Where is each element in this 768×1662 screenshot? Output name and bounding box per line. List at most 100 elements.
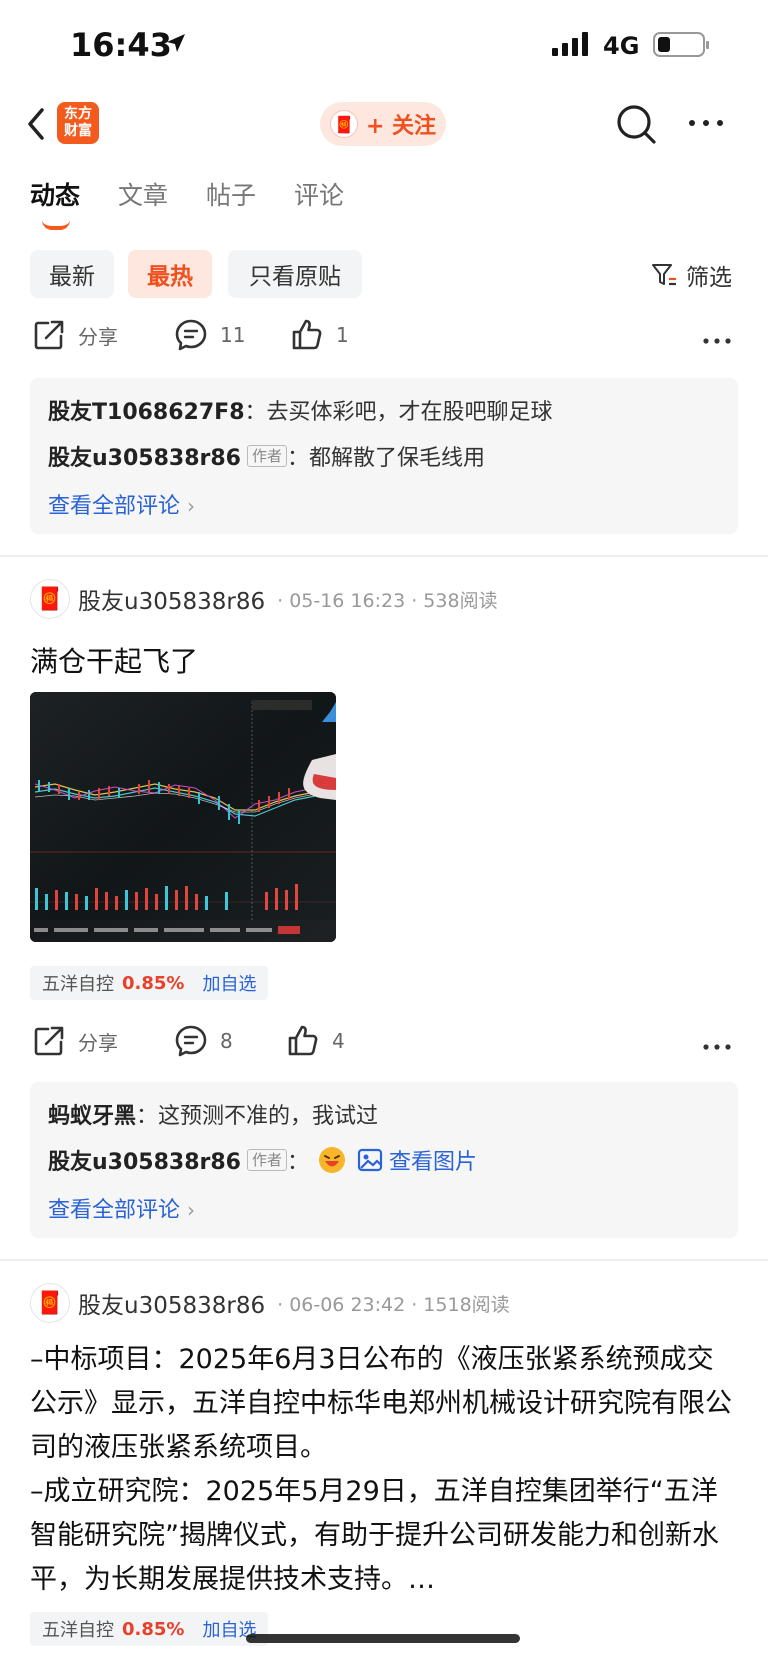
post-header: 🧧 股友u305838r86 · 05-16 16:23 · 538阅读 (30, 578, 750, 620)
comment-button[interactable]: 8 (174, 1024, 233, 1058)
post-header: 🧧 股友u305838r86 · 06-06 23:42 · 1518阅读 (30, 1282, 750, 1324)
filter-button[interactable]: 筛选 (650, 258, 732, 292)
logo-line2: 财富 (64, 123, 92, 139)
like-count: 4 (332, 1029, 345, 1053)
more-options-icon[interactable] (702, 1042, 732, 1052)
comment-user[interactable]: 股友T1068627F8 (48, 394, 245, 426)
like-button[interactable]: 1 (290, 318, 349, 352)
view-all-label: 查看全部评论 (48, 494, 181, 519)
view-all-label: 查看全部评论 (48, 1198, 181, 1223)
laughing-emoji-icon (319, 1147, 346, 1173)
filter-icon (652, 264, 676, 286)
comment-sep: ： (287, 1150, 310, 1175)
view-image-link[interactable]: 查看图片 (357, 1144, 477, 1176)
comment-item[interactable]: 股友u305838r86 作者 ： 都解散了保毛线用 (48, 440, 485, 472)
comment-text: 都解散了保毛线用 (309, 446, 486, 471)
thumbs-up-icon (292, 319, 322, 350)
more-options-icon[interactable] (702, 336, 732, 346)
home-indicator[interactable] (246, 1634, 520, 1643)
post-author[interactable]: 股友u305838r86 (78, 1286, 265, 1320)
like-count: 1 (336, 323, 349, 347)
share-label: 分享 (78, 1030, 118, 1055)
post-author[interactable]: 股友u305838r86 (78, 582, 265, 616)
filter-label: 筛选 (686, 265, 732, 291)
fortune-avatar-icon: 🧧 (329, 110, 358, 138)
author-badge: 作者 (246, 445, 287, 467)
stock-change: 0.85% (122, 1618, 185, 1640)
add-watchlist-button[interactable]: 加自选 (202, 970, 256, 996)
share-button[interactable]: 分享 (32, 1024, 118, 1058)
share-label: 分享 (78, 324, 118, 349)
comment-sep: ： (287, 446, 310, 471)
search-icon[interactable] (614, 102, 658, 146)
follow-button[interactable]: 🧧 + 关注 (320, 102, 446, 146)
comment-count: 11 (220, 323, 246, 347)
stock-name: 五洋自控 (42, 1620, 114, 1641)
comment-icon (175, 1025, 207, 1057)
tab-posts[interactable]: 帖子 (206, 176, 256, 236)
comment-item[interactable]: 股友T1068627F8 ： 去买体彩吧，才在股吧聊足球 (48, 394, 553, 426)
nav-bar: 东方 财富 🧧 + 关注 (0, 90, 768, 160)
comment-box: 蚂蚁牙黑 ： 这预测不准的，我试过 股友u305838r86 作者 ： 查看图片… (30, 1082, 738, 1238)
stock-tag[interactable]: 五洋自控 0.85% 加自选 (30, 966, 269, 1000)
view-image-label: 查看图片 (389, 1150, 478, 1175)
comment-user[interactable]: 蚂蚁牙黑 (48, 1098, 136, 1130)
comment-item[interactable]: 股友u305838r86 作者 ： 查看图片 (48, 1144, 477, 1176)
filter-hottest[interactable]: 最热 (128, 250, 212, 298)
comment-item[interactable]: 蚂蚁牙黑 ： 这预测不准的，我试过 (48, 1098, 378, 1130)
post-title[interactable]: 满仓干起飞了 (30, 640, 198, 680)
status-time: 16:43 (70, 26, 172, 64)
tab-bar: 动态 文章 帖子 评论 (30, 176, 382, 236)
tab-comments[interactable]: 评论 (294, 176, 344, 236)
filter-row: 最新 最热 只看原贴 筛选 (30, 250, 740, 300)
tab-articles[interactable]: 文章 (118, 176, 168, 236)
comment-box: 股友T1068627F8 ： 去买体彩吧，才在股吧聊足球 股友u305838r8… (30, 378, 738, 534)
post-meta: · 05-16 16:23 · 538阅读 (277, 589, 498, 612)
like-button[interactable]: 4 (286, 1024, 345, 1058)
logo-line1: 东方 (64, 106, 92, 122)
comment-icon (175, 319, 207, 351)
thumbs-up-icon (288, 1025, 318, 1056)
image-icon (357, 1148, 383, 1172)
status-bar: 16:43 4G (0, 0, 768, 90)
app-logo: 东方 财富 (57, 102, 99, 144)
comment-text: 这预测不准的，我试过 (158, 1104, 379, 1129)
filter-newest[interactable]: 最新 (30, 250, 114, 298)
stock-name: 五洋自控 (42, 974, 114, 995)
view-all-comments-link[interactable]: 查看全部评论 › (48, 1192, 195, 1224)
post-image[interactable] (30, 692, 336, 942)
view-all-comments-link[interactable]: 查看全部评论 › (48, 488, 195, 520)
post-actions: 分享 11 1 (0, 318, 768, 368)
tab-dynamic[interactable]: 动态 (30, 176, 80, 236)
share-icon (34, 320, 64, 350)
comment-user[interactable]: 股友u305838r86 (48, 440, 241, 472)
filter-original-only[interactable]: 只看原贴 (228, 250, 362, 298)
chevron-right-icon: › (187, 1198, 196, 1222)
avatar[interactable]: 🧧 (30, 1283, 70, 1323)
location-icon (167, 34, 185, 52)
back-icon[interactable] (22, 104, 52, 144)
battery-icon (653, 32, 709, 57)
post-meta: · 06-06 23:42 · 1518阅读 (277, 1293, 510, 1316)
chevron-right-icon: › (187, 494, 196, 518)
comment-sep: ： (136, 1104, 159, 1129)
network-type: 4G (603, 32, 640, 60)
more-icon[interactable] (684, 108, 728, 138)
stock-chart-photo (30, 692, 336, 942)
signal-icon (552, 32, 588, 56)
post-body[interactable]: –中标项目：2025年6月3日公布的《液压张紧系统预成交公示》显示，五洋自控中标… (30, 1338, 740, 1602)
comment-sep: ： (244, 400, 267, 425)
share-button[interactable]: 分享 (32, 318, 118, 352)
avatar[interactable]: 🧧 (30, 579, 70, 619)
stock-change: 0.85% (122, 972, 185, 994)
divider (0, 1259, 768, 1261)
comment-count: 8 (220, 1029, 233, 1053)
comment-button[interactable]: 11 (174, 318, 245, 352)
divider (0, 555, 768, 557)
comment-user[interactable]: 股友u305838r86 (48, 1144, 241, 1176)
comment-text: 去买体彩吧，才在股吧聊足球 (266, 400, 553, 425)
share-icon (34, 1026, 64, 1056)
follow-label: + 关注 (365, 114, 437, 139)
post-actions: 分享 8 4 (0, 1024, 768, 1074)
stock-tag[interactable]: 五洋自控 0.85% 加自选 (30, 1612, 269, 1646)
